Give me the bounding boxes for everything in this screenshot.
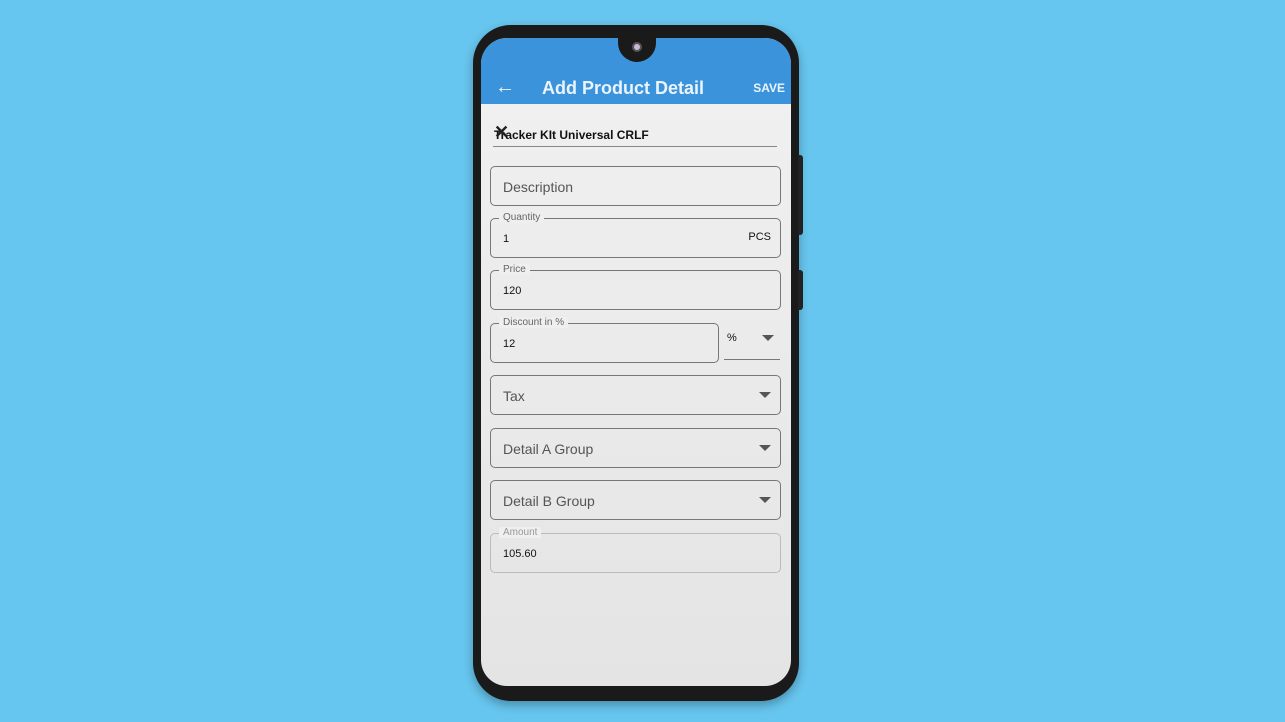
close-icon[interactable]: ✕ — [494, 122, 773, 143]
discount-type-select[interactable]: % — [724, 322, 780, 360]
arrow-left-icon[interactable]: ← — [495, 76, 515, 99]
volume-button — [798, 155, 803, 235]
detail-a-group-select[interactable]: Detail A Group — [490, 428, 781, 468]
discount-label: Discount in % — [499, 317, 569, 328]
chevron-down-icon — [759, 445, 771, 451]
quantity-input[interactable]: Quantity 1 PCS — [490, 212, 781, 258]
detail-b-group-select[interactable]: Detail B Group — [490, 480, 781, 520]
discount-type-value: % — [727, 332, 737, 344]
amount-field: Amount 105.60 — [490, 527, 781, 573]
description-placeholder: Description — [503, 179, 574, 195]
detail-a-placeholder: Detail A Group — [503, 441, 594, 457]
page-title: Add Product Detail — [542, 78, 705, 98]
quantity-label: Quantity — [499, 212, 545, 223]
description-input[interactable]: Description — [490, 166, 781, 206]
amount-value: 105.60 — [503, 548, 537, 560]
price-label: Price — [499, 264, 530, 275]
camera-icon — [632, 42, 642, 52]
amount-label: Amount — [499, 527, 542, 538]
chevron-down-icon — [759, 497, 771, 503]
tax-select[interactable]: Tax — [490, 375, 781, 415]
chevron-down-icon — [759, 392, 771, 398]
price-input[interactable]: Price 120 — [490, 264, 781, 310]
app-bar: ← Add Product Detail SAVE — [481, 38, 791, 104]
price-value: 120 — [503, 285, 522, 297]
detail-b-placeholder: Detail B Group — [503, 493, 595, 509]
screen: ← Add Product Detail SAVE Tracker KIt Un… — [481, 38, 791, 686]
chevron-down-icon — [762, 335, 774, 341]
quantity-unit: PCS — [748, 231, 771, 243]
save-button[interactable]: SAVE — [753, 81, 785, 95]
discount-input[interactable]: Discount in % 12 — [490, 317, 719, 363]
product-name-field[interactable]: Tracker KIt Universal CRLF ✕ — [493, 122, 777, 147]
tax-placeholder: Tax — [503, 388, 525, 404]
quantity-value: 1 — [503, 233, 510, 245]
notch — [618, 38, 656, 62]
discount-value: 12 — [503, 338, 516, 350]
power-button — [798, 270, 803, 310]
